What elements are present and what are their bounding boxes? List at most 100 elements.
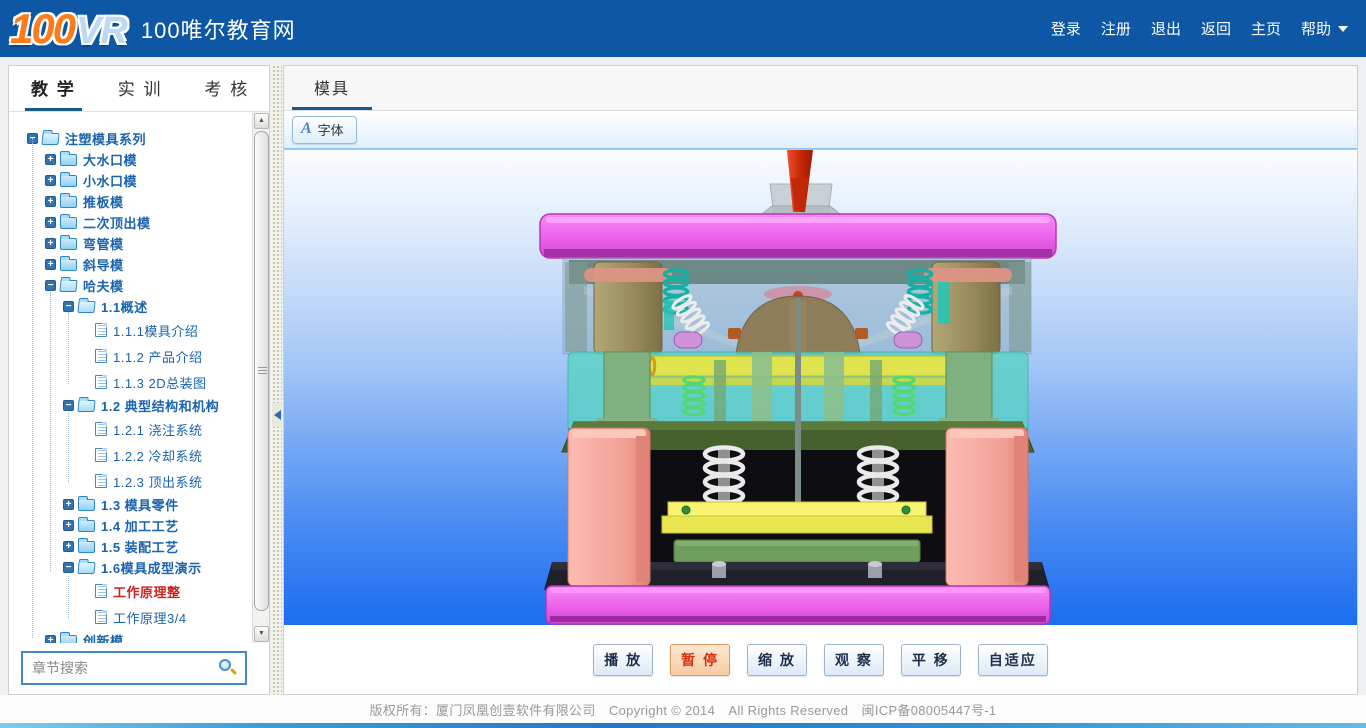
nav-link[interactable]: 登录 (1051, 18, 1081, 39)
scrollbar-grip (258, 367, 267, 375)
nav-link[interactable]: 主页 (1251, 18, 1281, 39)
expand-toggle-icon[interactable]: + (63, 541, 74, 552)
collapse-toggle-icon[interactable]: − (45, 280, 56, 291)
tree-item[interactable]: −1.6模具成型演示 (9, 557, 253, 578)
control-button[interactable]: 自适应 (978, 644, 1048, 676)
nav-link[interactable]: 注册 (1101, 18, 1131, 39)
scroll-down-icon[interactable]: ▼ (254, 626, 269, 642)
tree-item[interactable]: 1.1.1模具介绍 (9, 317, 253, 343)
expand-toggle-icon[interactable]: + (45, 175, 56, 186)
tree-item-label: 1.3 模具零件 (101, 495, 179, 514)
sidebar: 教 学实 训考 核 −注塑模具系列+大水口模+小水口模+推板模+二次顶出模+弯管… (8, 65, 270, 695)
tree-item[interactable]: +1.3 模具零件 (9, 494, 253, 515)
panel-splitter[interactable] (272, 65, 282, 695)
tree-item[interactable]: 1.1.2 产品介绍 (9, 343, 253, 369)
tab-mold[interactable]: 模具 (292, 66, 372, 110)
nav-link[interactable]: 帮助 (1301, 18, 1348, 39)
tree-item[interactable]: 1.1.3 2D总装图 (9, 369, 253, 395)
header-nav: 登录注册退出返回主页帮助 (1051, 18, 1348, 39)
logo[interactable]: 100 VR 100唯尔教育网 (10, 8, 296, 50)
sidebar-tab[interactable]: 考 核 (198, 66, 255, 111)
tree-item-label: 1.2.2 冷却系统 (113, 446, 203, 465)
control-button[interactable]: 缩 放 (747, 644, 807, 676)
expand-toggle-icon[interactable]: + (45, 259, 56, 270)
tree-item[interactable]: + 弯管模 (9, 233, 253, 254)
folder-icon (78, 520, 95, 532)
tab-mold-label: 模具 (314, 75, 350, 99)
expand-toggle-icon[interactable]: + (45, 238, 56, 249)
mold-3d-model (284, 150, 1357, 627)
document-icon (95, 474, 107, 488)
font-a-icon: A (301, 121, 312, 137)
chapter-tree: −注塑模具系列+大水口模+小水口模+推板模+二次顶出模+弯管模+斜导模−哈夫模−… (9, 112, 253, 643)
viewer-controls: 播 放暂 停缩 放观 察平 移自适应 (284, 625, 1357, 694)
main-tabbar: 模具 (284, 66, 1357, 111)
tree-item[interactable]: 工作原理整 (9, 578, 253, 604)
tree-guide-line (50, 292, 51, 572)
tree-item-label: 弯管模 (83, 234, 124, 253)
tree-item[interactable]: 1.2.2 冷却系统 (9, 442, 253, 468)
folder-icon (60, 217, 77, 229)
tree-item[interactable]: +小水口模 (9, 170, 253, 191)
nav-link[interactable]: 退出 (1151, 18, 1181, 39)
collapse-sidebar-button[interactable] (272, 403, 282, 427)
folder-open-icon (41, 133, 59, 145)
tree-item[interactable]: − 1.2 典型结构和机构 (9, 395, 253, 416)
expand-toggle-icon[interactable]: + (45, 154, 56, 165)
chapter-search-input[interactable] (23, 653, 245, 683)
sidebar-tab[interactable]: 教 学 (25, 66, 82, 111)
tree-item-label: 1.2 典型结构和机构 (101, 396, 219, 415)
tree-item[interactable]: +大水口模 (9, 149, 253, 170)
control-button[interactable]: 暂 停 (670, 644, 730, 676)
tree-item[interactable]: −哈夫模 (9, 275, 253, 296)
folder-icon (78, 541, 95, 553)
chapter-search-box (21, 651, 247, 685)
collapse-toggle-icon[interactable]: − (63, 301, 74, 312)
expand-toggle-icon[interactable]: + (45, 635, 56, 643)
tree-item[interactable]: +创新模 (9, 630, 253, 643)
control-button[interactable]: 观 察 (824, 644, 884, 676)
bottom-accent-strip (0, 723, 1366, 728)
folder-icon (60, 259, 77, 271)
folder-icon (60, 196, 77, 208)
tree-item[interactable]: 1.2.1 浇注系统 (9, 416, 253, 442)
folder-icon (60, 635, 77, 644)
folder-open-icon (77, 400, 95, 412)
sidebar-scrollbar[interactable]: ▲ ▼ (252, 112, 269, 643)
folder-icon (60, 238, 77, 250)
document-icon (95, 448, 107, 462)
control-button[interactable]: 播 放 (593, 644, 653, 676)
tree-item[interactable]: +推板模 (9, 191, 253, 212)
expand-toggle-icon[interactable]: + (63, 499, 74, 510)
main-panel: 模具 A 字体 (283, 65, 1358, 695)
search-icon[interactable] (219, 659, 237, 677)
header: 100 VR 100唯尔教育网 登录注册退出返回主页帮助 (0, 0, 1366, 57)
folder-icon (60, 175, 77, 187)
tree-item[interactable]: 工作原理3/4 (9, 604, 253, 630)
expand-toggle-icon[interactable]: + (45, 217, 56, 228)
tree-item-label: 1.1概述 (101, 297, 148, 316)
tree-guide-line (68, 574, 69, 619)
tree-item[interactable]: − 1.1概述 (9, 296, 253, 317)
scrollbar-thumb[interactable] (254, 131, 269, 611)
sidebar-tabs: 教 学实 训考 核 (9, 66, 269, 112)
collapse-toggle-icon[interactable]: − (63, 562, 74, 573)
sidebar-tab[interactable]: 实 训 (112, 66, 169, 111)
expand-toggle-icon[interactable]: + (45, 196, 56, 207)
nav-link[interactable]: 返回 (1201, 18, 1231, 39)
site-name: 100唯尔教育网 (141, 13, 296, 45)
tree-item[interactable]: −注塑模具系列 (9, 128, 253, 149)
tree-item[interactable]: +1.4 加工工艺 (9, 515, 253, 536)
tree-item[interactable]: +斜导模 (9, 254, 253, 275)
scroll-up-icon[interactable]: ▲ (254, 113, 269, 129)
tree-item[interactable]: 1.2.3 顶出系统 (9, 468, 253, 494)
tree-item[interactable]: +1.5 装配工艺 (9, 536, 253, 557)
control-button[interactable]: 平 移 (901, 644, 961, 676)
document-icon (95, 375, 107, 389)
collapse-toggle-icon[interactable]: − (63, 400, 74, 411)
tree-item[interactable]: +二次顶出模 (9, 212, 253, 233)
logo-100vr-icon: 100 VR (10, 8, 127, 50)
expand-toggle-icon[interactable]: + (63, 520, 74, 531)
font-button[interactable]: A 字体 (292, 116, 357, 144)
3d-viewer-canvas[interactable] (284, 149, 1357, 627)
